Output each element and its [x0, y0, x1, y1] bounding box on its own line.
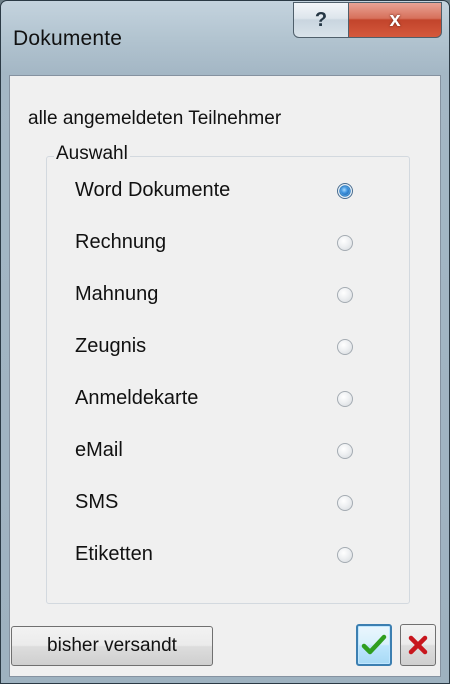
- help-button[interactable]: ?: [293, 2, 349, 38]
- option-etiketten[interactable]: Etiketten: [47, 531, 409, 581]
- radio-rechnung[interactable]: [337, 235, 353, 251]
- option-zeugnis[interactable]: Zeugnis: [47, 323, 409, 373]
- cancel-x-icon: [408, 635, 428, 655]
- radio-mahnung[interactable]: [337, 287, 353, 303]
- option-rechnung[interactable]: Rechnung: [47, 219, 409, 269]
- checkmark-icon: [361, 634, 387, 655]
- option-label: eMail: [75, 439, 123, 461]
- help-icon: ?: [314, 8, 328, 31]
- radio-sms[interactable]: [337, 495, 353, 511]
- radio-word-dokumente[interactable]: [337, 183, 353, 199]
- option-label: SMS: [75, 491, 119, 513]
- groupbox-legend: Auswahl: [54, 143, 130, 165]
- selection-groupbox: Auswahl Word Dokumente Rechnung Mahnung …: [46, 143, 410, 604]
- ok-button[interactable]: [356, 624, 392, 666]
- window-title: Dokumente: [13, 27, 123, 50]
- option-label: Etiketten: [75, 543, 153, 565]
- radio-zeugnis[interactable]: [337, 339, 353, 355]
- option-word-dokumente[interactable]: Word Dokumente: [47, 167, 409, 217]
- cancel-button[interactable]: [400, 624, 436, 666]
- radio-etiketten[interactable]: [337, 547, 353, 563]
- option-sms[interactable]: SMS: [47, 479, 409, 529]
- dialog-body: alle angemeldeten Teilnehmer Auswahl Wor…: [9, 75, 441, 677]
- option-label: Zeugnis: [75, 335, 147, 357]
- option-label: Rechnung: [75, 231, 167, 253]
- option-anmeldekarte[interactable]: Anmeldekarte: [47, 375, 409, 425]
- sent-history-button[interactable]: bisher versandt: [11, 626, 213, 666]
- radio-email[interactable]: [337, 443, 353, 459]
- option-label: Anmeldekarte: [75, 387, 199, 409]
- option-email[interactable]: eMail: [47, 427, 409, 477]
- participants-label: alle angemeldeten Teilnehmer: [28, 108, 282, 129]
- option-label: Word Dokumente: [75, 179, 231, 201]
- close-button[interactable]: x: [348, 2, 442, 38]
- option-mahnung[interactable]: Mahnung: [47, 271, 409, 321]
- radio-anmeldekarte[interactable]: [337, 391, 353, 407]
- dialog-window: Dokumente ? x alle angemeldeten Teilnehm…: [0, 0, 450, 684]
- option-label: Mahnung: [75, 283, 159, 305]
- close-icon: x: [389, 8, 401, 31]
- title-bar[interactable]: Dokumente ? x: [1, 1, 449, 75]
